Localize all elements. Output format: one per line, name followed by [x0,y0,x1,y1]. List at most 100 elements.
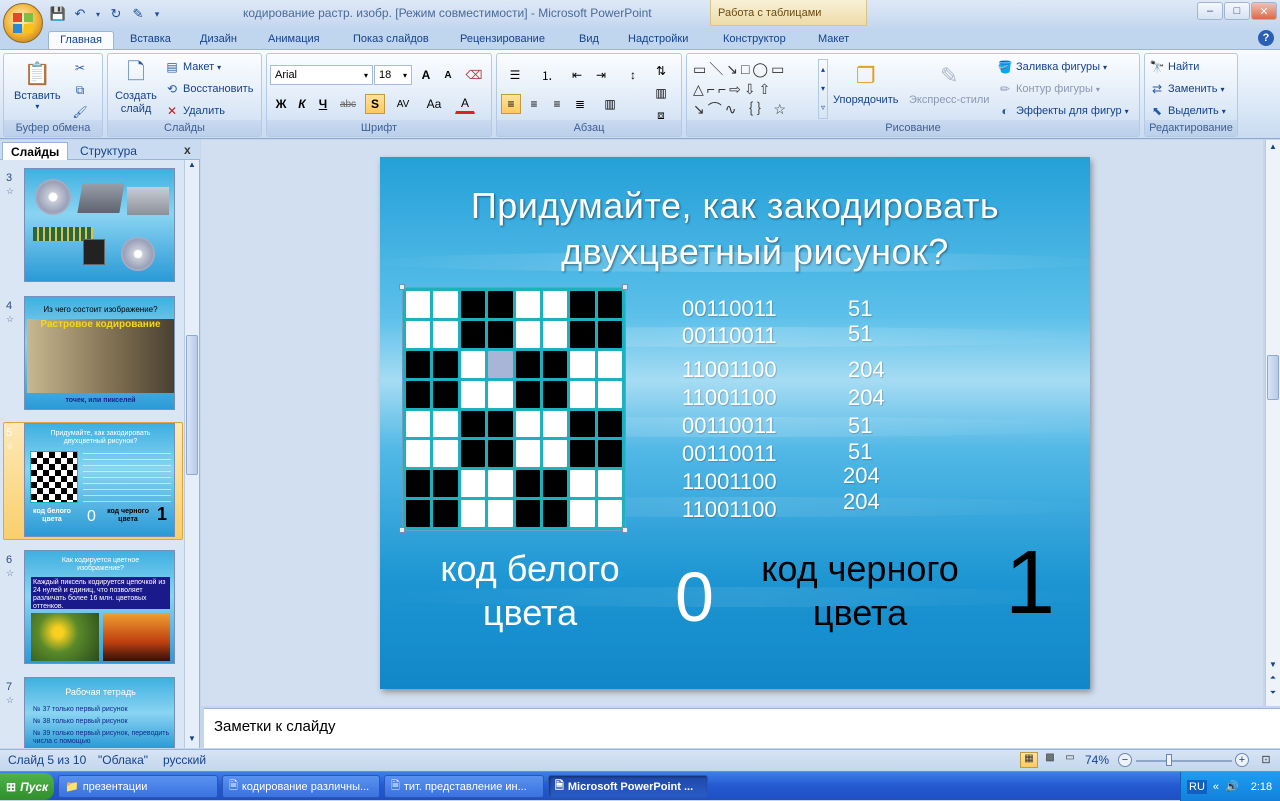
select-button[interactable]: ⬉ Выделить ▾ [1149,103,1226,119]
resize-handle[interactable] [399,527,405,533]
pixel-cell[interactable] [488,410,513,438]
slide-sorter-icon[interactable]: ▩ [1041,752,1059,768]
pixel-cell[interactable] [460,410,486,438]
pixel-cell[interactable] [597,291,622,318]
pixel-cell[interactable] [542,410,568,438]
pixel-cell[interactable] [433,470,458,498]
next-slide-icon[interactable]: ⏷ [1266,688,1280,698]
tab-slideshow[interactable]: Показ слайдов [345,31,437,50]
pixel-cell[interactable] [570,380,595,408]
quick-styles-button[interactable]: ✎ Экспресс-стили [909,60,989,106]
status-language[interactable]: русский [163,753,206,767]
clear-format-icon[interactable]: ⌫ [464,65,484,85]
pixel-cell[interactable] [406,500,431,527]
minimize-button[interactable]: – [1197,2,1223,20]
pixel-cell[interactable] [542,470,568,498]
pixel-cell[interactable] [460,500,486,527]
replace-button[interactable]: ⇄ Заменить ▾ [1149,81,1224,97]
pixel-cell[interactable] [406,410,431,438]
zoom-in-icon[interactable]: + [1235,753,1249,767]
pixel-cell[interactable] [433,350,458,378]
columns-icon[interactable]: ▥ [597,94,623,114]
pixel-cell[interactable] [406,291,431,318]
pixel-cell[interactable] [542,440,568,468]
pixel-cell[interactable] [406,350,431,378]
char-spacing-button[interactable]: AV [389,94,417,114]
pixel-cell[interactable] [406,380,431,408]
bold-button[interactable]: Ж [271,94,291,114]
pixel-cell[interactable] [597,350,622,378]
panel-close-button[interactable]: x [184,143,191,157]
slide-thumbnail-3[interactable] [24,168,175,282]
pixel-cell[interactable] [542,380,568,408]
zoom-slider[interactable] [1136,760,1232,762]
font-name-combo[interactable]: Arial ▾ [270,65,373,85]
pixel-cell[interactable] [515,470,540,498]
taskbar-item-word-1[interactable]: 🗎 кодирование различны... [222,775,380,798]
tab-addins[interactable]: Надстройки [620,31,696,50]
font-color-button[interactable]: A [455,94,475,114]
pixel-cell[interactable] [488,350,513,378]
pixel-cell[interactable] [515,380,540,408]
pixel-cell[interactable] [570,500,595,527]
pixel-cell[interactable] [515,410,540,438]
pixel-cell[interactable] [433,291,458,318]
pixel-cell[interactable] [542,291,568,318]
pixel-cell[interactable] [406,320,431,348]
normal-view-icon[interactable]: ▦ [1020,752,1038,768]
strikethrough-button[interactable]: abc [338,94,358,114]
pixel-cell[interactable] [570,350,595,378]
tab-animation[interactable]: Анимация [260,31,328,50]
align-center-icon[interactable]: ≡ [524,94,544,114]
new-slide-button[interactable]: 🗋 Создать слайд [112,58,160,116]
pixel-cell[interactable] [515,320,540,348]
pixel-cell[interactable] [570,470,595,498]
slide-thumbnail-4[interactable]: Из чего состоит изображение? Растровое к… [24,296,175,410]
slide-thumbnail-5[interactable]: Придумайте, как закодировать двухцветный… [24,423,175,537]
pixel-cell[interactable] [460,470,486,498]
line-spacing-icon[interactable]: ↕ [619,65,647,85]
pixel-cell[interactable] [515,350,540,378]
decrease-indent-icon[interactable]: ⇤ [567,65,587,85]
shrink-font-button[interactable]: A [438,65,458,85]
bullets-icon[interactable]: ☰ [501,65,529,85]
pixel-cell[interactable] [433,380,458,408]
tab-review[interactable]: Рецензирование [452,31,553,50]
format-painter-qat-icon[interactable]: ✎ [130,6,146,22]
pixel-cell[interactable] [542,350,568,378]
pixel-cell[interactable] [460,350,486,378]
increase-indent-icon[interactable]: ⇥ [591,65,611,85]
slide-thumbnail-7[interactable]: Рабочая тетрадь № 37 только первый рисун… [24,677,175,748]
help-icon[interactable]: ? [1258,30,1274,46]
scroll-thumb[interactable] [186,335,198,475]
taskbar-item-powerpoint[interactable]: 🗎 Microsoft PowerPoint ... [548,775,708,798]
start-button[interactable]: ⊞ Пуск [0,773,54,800]
text-direction-icon[interactable]: ⇅ [651,61,671,81]
zoom-slider-thumb[interactable] [1166,754,1172,766]
shape-effects-button[interactable]: ◐ Эффекты для фигур ▾ [997,103,1128,119]
pixel-cell[interactable] [460,291,486,318]
shapes-gallery-scroll[interactable]: ▴ ▾ ▿ [818,59,828,119]
resize-handle[interactable] [399,284,405,290]
shapes-gallery[interactable]: ▭＼↘□◯▭ △⌐⌐⇨⇩⇧ ↘⌒∿｛｝☆ [693,59,817,119]
resize-handle[interactable] [622,284,628,290]
pixel-cell[interactable] [460,320,486,348]
pixel-cell[interactable] [433,500,458,527]
pixel-cell[interactable] [433,440,458,468]
align-text-icon[interactable]: ▥ [651,83,671,103]
shape-outline-button[interactable]: ✏ Контур фигуры ▾ [997,81,1100,97]
tab-outline-panel[interactable]: Структура [72,142,145,160]
pixel-cell[interactable] [488,291,513,318]
cut-icon[interactable]: ✂ [72,60,88,76]
pixel-cell[interactable] [433,320,458,348]
language-indicator[interactable]: RU [1187,779,1207,794]
pixel-cell[interactable] [515,440,540,468]
underline-button[interactable]: Ч [313,94,333,114]
shadow-button[interactable]: S [365,94,385,114]
pixel-cell[interactable] [433,410,458,438]
save-icon[interactable]: 💾 [50,6,66,22]
tab-design[interactable]: Дизайн [192,31,245,50]
notes-pane[interactable]: Заметки к слайду [204,708,1280,748]
fit-to-window-icon[interactable]: ⊡ [1258,753,1274,767]
undo-icon[interactable]: ↶ [72,6,88,22]
